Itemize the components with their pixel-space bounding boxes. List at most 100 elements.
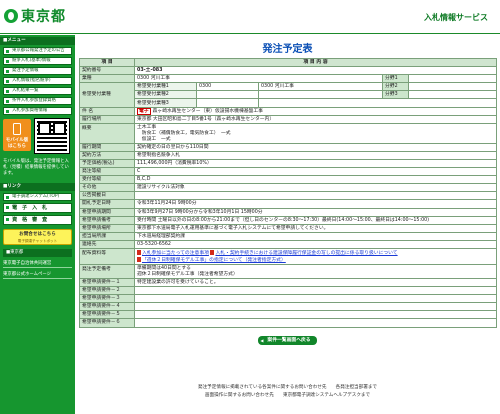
table-row: 公告掲載日 bbox=[79, 191, 498, 201]
sidebar: ■メニュー 東京都公報発注予定の公告 競争入札(基本)情報 発注予定情報 入札情… bbox=[0, 35, 75, 414]
entry-where-value: 東京都下水道局電子入札運用基準に基づく電子入札システムにて希望申請してください。 bbox=[133, 223, 498, 233]
mobile-section: モバイル版 はこちら bbox=[3, 118, 72, 157]
gaiyo-label: 概要 bbox=[79, 122, 135, 144]
table-row: 件 名 電子 森ヶ崎水再生センター（東）仮設揚水機棟基盤工事 bbox=[79, 106, 498, 116]
sidebar-menu-heading: ■メニュー bbox=[0, 37, 75, 45]
open-label: 開札予定日時 bbox=[79, 199, 135, 209]
sidebar-link-kyodo-unei[interactable]: 東京電子自治体共同運営 bbox=[3, 260, 72, 268]
kibou2-label: 希望受付業種2 bbox=[134, 90, 197, 100]
denshi-tag: 電子 bbox=[137, 108, 151, 115]
kibou3-code bbox=[196, 98, 259, 108]
sidebar-item-shimei[interactable]: 入札情報(指名競争) bbox=[3, 77, 72, 85]
contract-no-label: 契約番号 bbox=[79, 66, 135, 76]
table-row: 希望受付業種3 bbox=[80, 98, 498, 108]
sidebar-link-shikaku-shinsa[interactable]: 資 格 審 査 bbox=[3, 215, 72, 225]
sidebar-link-chotatsu[interactable]: 電子調達システム(TOP) bbox=[3, 193, 72, 201]
table-row: 希望申請要件－５ bbox=[79, 310, 498, 320]
bunya2-label: 分野2 bbox=[382, 82, 409, 92]
bunya3-value bbox=[407, 90, 498, 100]
page-header: 東京都 入札情報サービス bbox=[0, 0, 500, 34]
entry-where-label: 希望申請場所 bbox=[79, 223, 135, 233]
place-value: 東京都 大田区昭和島二丁目5番1号（森ヶ崎水再生センター内） bbox=[133, 114, 498, 124]
cond6-value bbox=[133, 318, 498, 328]
table-row: 契約番号 03-土-083 bbox=[79, 66, 498, 76]
chatbot-sub-label: 電子調達チャットボット bbox=[17, 239, 58, 243]
sidebar-item-joken[interactable]: 条件入札参加登録資格 bbox=[3, 97, 72, 105]
gyoshu-label: 業種 bbox=[79, 74, 135, 84]
koukoku-label: 公告掲載日 bbox=[79, 191, 135, 201]
order-note-label: 発注予定備考 bbox=[79, 263, 135, 279]
sidebar-item-shikaku[interactable]: 入札参加資格情報 bbox=[3, 107, 72, 115]
sidebar-item-koho[interactable]: 東京都公報発注予定の公告 bbox=[3, 47, 72, 55]
other-value: 建設リサイクル法対象 bbox=[133, 183, 498, 193]
sidebar-tokyo-heading: ■東京都 bbox=[3, 249, 72, 257]
sidebar-link-tokyo-official[interactable]: 東京都公式ホームページ bbox=[3, 271, 72, 279]
accept-grade-value: B,C,D bbox=[133, 175, 498, 185]
kibou1-label: 希望受付業種1 bbox=[134, 82, 197, 92]
bunya2-value bbox=[407, 82, 498, 92]
cond5-label: 希望申請要件－５ bbox=[79, 310, 135, 320]
table-row: 履行期間 契約確定の日の翌日から110日間 bbox=[79, 142, 498, 152]
tel-value: 03-5320-6562 bbox=[133, 239, 498, 249]
dept-value: 下水道局経理部契約課 bbox=[133, 231, 498, 241]
bunya1-label: 分野1 bbox=[382, 74, 409, 84]
table-row: その他 建設リサイクル法対象 bbox=[79, 183, 498, 193]
kibou1-value: 0300 河川工事 bbox=[258, 82, 383, 92]
header-content: 項 目 内 容 bbox=[133, 57, 498, 68]
table-row: 発注等級 C bbox=[79, 167, 498, 177]
header-item: 項 目 bbox=[79, 57, 135, 68]
doc-link-shukyu[interactable]: 「週休２日制確保モデル工事」の指定について（発注者指定方式） bbox=[142, 258, 286, 263]
mobile-version-button[interactable]: モバイル版 はこちら bbox=[3, 119, 31, 151]
system-title: 入札情報サービス bbox=[424, 13, 488, 22]
cond4-label: 希望申請要件－４ bbox=[79, 302, 135, 312]
table-header-row: 項 目 項 目 内 容 bbox=[79, 57, 498, 68]
gyoshu-value: 0300 河川工事 bbox=[134, 74, 383, 84]
pdf-icon bbox=[137, 249, 141, 255]
sidebar-item-hacchu-yotei[interactable]: 発注予定情報 bbox=[3, 67, 72, 75]
cond5-value bbox=[133, 310, 498, 320]
place-label: 履行場所 bbox=[79, 114, 135, 124]
table-row: 開札予定日時 令和3年11月24日 9時00分 bbox=[79, 199, 498, 209]
kenmei-text: 森ヶ崎水再生センター（東）仮設揚水機棟基盤工事 bbox=[152, 108, 263, 114]
table-row: 契約方法 希望制指名競争入札 bbox=[79, 150, 498, 160]
mobile-phone-icon bbox=[13, 123, 21, 135]
table-row: 受付等級 B,C,D bbox=[79, 175, 498, 185]
gaiyo-value: 土木工事 防食工（補償防食工，電気防食工） 一式 仮設工 一式 bbox=[133, 122, 498, 144]
doc-link-chuui[interactable]: 入札参加に当たっての注意事項 bbox=[142, 251, 209, 256]
sidebar-link-denshi-nyusatsu[interactable]: 電 子 入 札 bbox=[3, 203, 72, 213]
pdf-icon bbox=[210, 249, 215, 255]
table-row: 担当局所課 下水道局経理部契約課 bbox=[79, 231, 498, 241]
sidebar-item-kyoso[interactable]: 競争入札(基本)情報 bbox=[3, 57, 72, 65]
entry-period-label: 希望申請期間 bbox=[79, 207, 135, 217]
kibou3-value bbox=[257, 98, 498, 108]
table-row: 発注予定備考 準備期間は40日間とする 週休２日制確保モデル工事（発注者希望方式… bbox=[79, 263, 498, 279]
tel-label: 連絡先 bbox=[79, 239, 135, 249]
table-row: 希望申請備考 受付時間 土曜日以外の日の8:00から21:00まで（但し日のセン… bbox=[79, 215, 498, 225]
grade-label: 発注等級 bbox=[79, 167, 135, 177]
table-row: 希望受付業種2 分野3 bbox=[80, 90, 498, 100]
sidebar-links-heading: ■リンク bbox=[0, 183, 75, 191]
table-row: 希望申請期間 令和3年9月27日 9時00分から令和3年10月1日 15時00分 bbox=[79, 207, 498, 217]
mobile-sub-label: はこちら bbox=[8, 144, 26, 149]
grade-value: C bbox=[133, 167, 498, 177]
kibou1-code: 0300 bbox=[196, 82, 259, 92]
cond1-value: 特定建設業の許可を受けていること。 bbox=[133, 277, 498, 288]
kenmei-value: 電子 森ヶ崎水再生センター（東）仮設揚水機棟基盤工事 bbox=[133, 106, 498, 116]
table-row: 配布資料等 入札参加に当たっての注意事項 入札・契約手続きにおける建設保障履行保… bbox=[79, 247, 498, 265]
doc-link-hoshokin[interactable]: 入札・契約手続きにおける建設保障履行保証金の写しの提出に係る取り扱いについて bbox=[215, 251, 397, 256]
bunya1-value bbox=[407, 74, 498, 84]
back-to-list-button[interactable]: 案件一覧画面へ戻る bbox=[258, 335, 317, 345]
page-title: 発注予定表 bbox=[262, 44, 313, 55]
sidebar-item-kekka[interactable]: 入札結果一覧 bbox=[3, 87, 72, 95]
qr-code-icon bbox=[34, 118, 70, 154]
price-label: 予定価格(税込) bbox=[79, 158, 135, 169]
chatbot-button[interactable]: お問合せはこちら 電子調達チャットボット bbox=[3, 229, 72, 245]
table-row: 予定価格(税込) 111,496,000円（消費税率10%） bbox=[79, 158, 498, 169]
chatbot-label: お問合せはこちら bbox=[19, 232, 56, 237]
table-row: 履行場所 東京都 大田区昭和島二丁目5番1号（森ヶ崎水再生センター内） bbox=[79, 114, 498, 124]
tokyo-logo[interactable]: 東京都 bbox=[4, 6, 66, 26]
bunya3-label: 分野3 bbox=[382, 90, 409, 100]
koukoku-value bbox=[133, 191, 498, 201]
table-row: 希望申請要件－１ 特定建設業の許可を受けていること。 bbox=[79, 277, 498, 288]
method-label: 契約方法 bbox=[79, 150, 135, 160]
